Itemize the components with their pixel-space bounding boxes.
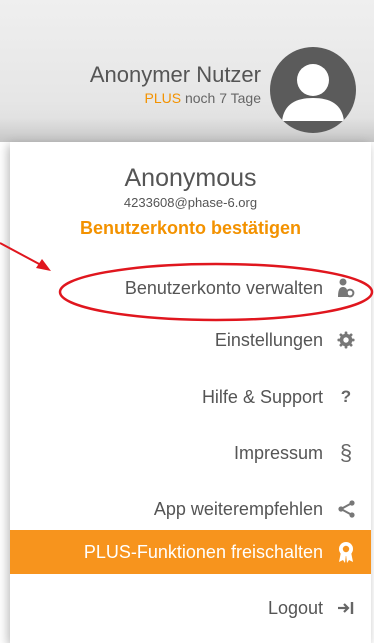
avatar[interactable] — [270, 47, 356, 133]
question-icon: ? — [340, 387, 352, 406]
menu-item-unlock-plus[interactable]: PLUS-Funktionen freischalten — [10, 530, 371, 574]
menu-item-manage-account[interactable]: Benutzerkonto verwalten — [10, 266, 371, 310]
menu-item-label: Impressum — [233, 442, 323, 463]
menu-item-help[interactable]: Hilfe & Support ? — [10, 375, 371, 419]
menu-item-label: Logout — [267, 597, 323, 618]
menu-item-logout[interactable]: Logout — [10, 586, 371, 630]
user-avatar-icon — [282, 64, 344, 121]
menu-item-label: Benutzerkonto verwalten — [124, 277, 323, 298]
user-name: Anonymer Nutzer — [89, 62, 261, 87]
share-icon — [335, 498, 357, 520]
section-icon: § — [339, 440, 353, 465]
account-name: Anonymous — [124, 164, 257, 192]
award-icon — [335, 541, 357, 563]
plus-remaining: noch 7 Tage — [184, 90, 261, 106]
account-email: 4233608@phase-6.org — [123, 195, 258, 210]
menu-item-imprint[interactable]: Impressum § — [10, 431, 371, 475]
plus-badge: PLUS — [144, 90, 182, 106]
menu-item-settings[interactable]: Einstellungen — [10, 318, 371, 362]
menu-item-label: App weiterempfehlen — [153, 498, 323, 519]
logout-icon — [335, 597, 357, 619]
account-dropdown: Anonymous 4233608@phase-6.org Benutzerko… — [10, 142, 371, 643]
menu-item-recommend-app[interactable]: App weiterempfehlen — [10, 487, 371, 531]
plus-status: PLUS noch 7 Tage — [145, 90, 262, 106]
menu-item-label: PLUS-Funktionen freischalten — [83, 541, 323, 562]
menu-item-label: Einstellungen — [214, 329, 323, 350]
menu-item-label: Hilfe & Support — [201, 386, 323, 407]
confirm-account-link[interactable]: Benutzerkonto bestätigen — [10, 218, 371, 239]
user-settings-icon — [335, 277, 357, 299]
gear-icon — [335, 329, 357, 351]
app-header: Anonymer Nutzer PLUS noch 7 Tage — [0, 0, 374, 142]
